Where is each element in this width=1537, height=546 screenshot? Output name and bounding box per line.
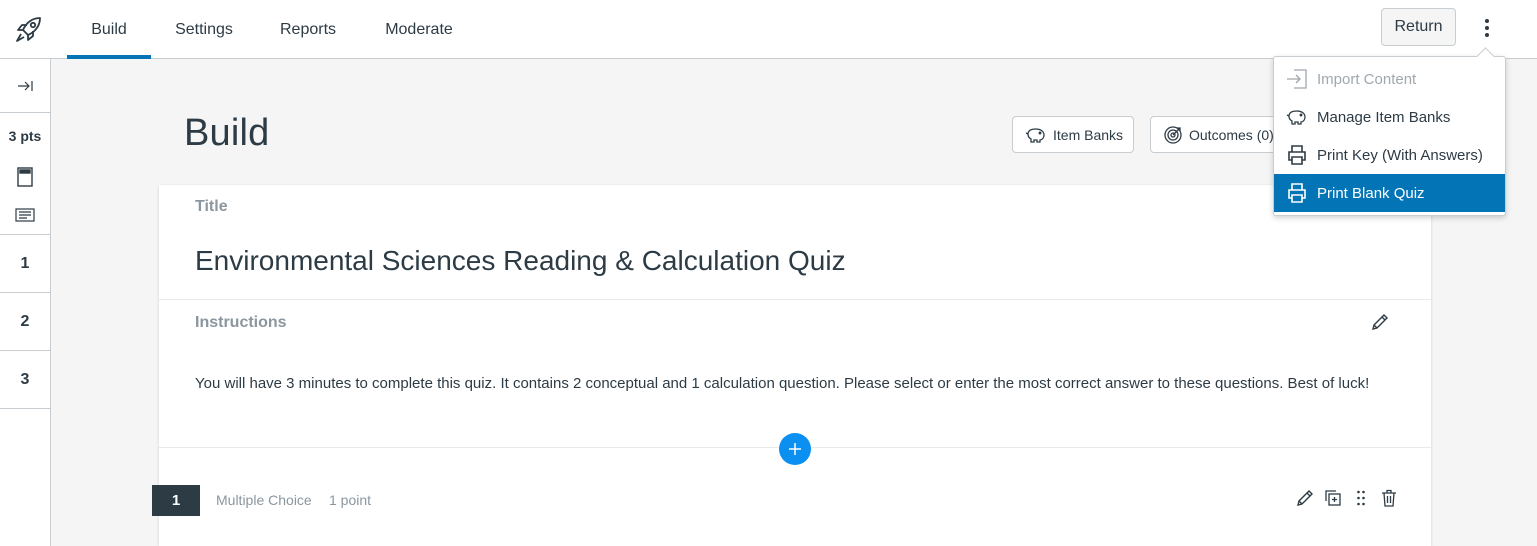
title-label: Title xyxy=(195,198,228,215)
menu-item-label: Manage Item Banks xyxy=(1317,108,1451,126)
top-navigation: Build Settings Reports Moderate Return xyxy=(0,0,1537,59)
menu-item-print-blank-quiz[interactable]: Print Blank Quiz xyxy=(1274,174,1505,212)
return-button[interactable]: Return xyxy=(1381,8,1456,46)
stimulus-icon[interactable] xyxy=(0,159,50,195)
more-options-menu: Import Content Manage Item Banks Print K… xyxy=(1273,56,1506,216)
edit-instructions-pencil-icon[interactable] xyxy=(1371,313,1389,336)
tab-settings[interactable]: Settings xyxy=(163,0,245,59)
quiz-card: Title Environmental Sciences Reading & C… xyxy=(152,185,1431,546)
trash-icon[interactable] xyxy=(1379,488,1399,508)
rocket-icon[interactable] xyxy=(12,13,46,45)
printer-icon xyxy=(1286,144,1308,166)
item-banks-label: Item Banks xyxy=(1053,126,1124,143)
drag-handle-icon[interactable] xyxy=(1351,488,1371,508)
menu-item-manage-item-banks[interactable]: Manage Item Banks xyxy=(1274,98,1505,136)
total-points: 3 pts xyxy=(8,128,42,144)
tab-reports[interactable]: Reports xyxy=(268,0,348,59)
rail-question-2[interactable]: 2 xyxy=(0,293,50,351)
tab-build[interactable]: Build xyxy=(67,0,151,59)
add-item-button[interactable] xyxy=(779,433,811,465)
menu-item-import-content[interactable]: Import Content xyxy=(1274,60,1505,98)
duplicate-icon[interactable] xyxy=(1323,488,1343,508)
expand-right-icon[interactable] xyxy=(0,59,50,113)
edit-question-pencil-icon[interactable] xyxy=(1295,488,1315,508)
menu-item-label: Print Blank Quiz xyxy=(1317,184,1425,202)
rail-question-1[interactable]: 1 xyxy=(0,235,50,293)
item-banks-button[interactable]: Item Banks xyxy=(1012,116,1134,153)
menu-item-label: Import Content xyxy=(1317,70,1417,88)
instructions-text[interactable]: You will have 3 minutes to complete this… xyxy=(195,374,1405,394)
plus-icon xyxy=(789,443,801,455)
question-navigation-rail: 3 pts 1 2 3 xyxy=(0,59,51,546)
divider xyxy=(159,299,1431,300)
text-block-icon[interactable] xyxy=(0,195,50,235)
outcomes-label: Outcomes (0) xyxy=(1189,126,1274,143)
kebab-vertical-icon[interactable] xyxy=(1472,12,1502,44)
target-icon xyxy=(1164,125,1182,144)
menu-item-print-key[interactable]: Print Key (With Answers) xyxy=(1274,136,1505,174)
outcomes-button[interactable]: Outcomes (0) xyxy=(1150,116,1285,153)
piggy-bank-icon xyxy=(1025,127,1045,143)
import-icon xyxy=(1286,68,1308,90)
question-number-badge: 1 xyxy=(152,485,200,516)
instructions-label: Instructions xyxy=(195,314,287,331)
tab-moderate[interactable]: Moderate xyxy=(372,0,466,59)
question-type: Multiple Choice xyxy=(216,492,312,508)
quiz-title[interactable]: Environmental Sciences Reading & Calcula… xyxy=(195,245,846,277)
question-points: 1 point xyxy=(329,492,372,508)
menu-item-label: Print Key (With Answers) xyxy=(1317,146,1483,164)
rail-question-3[interactable]: 3 xyxy=(0,351,50,409)
piggy-bank-icon xyxy=(1286,106,1308,128)
printer-icon xyxy=(1286,182,1308,204)
page-title: Build xyxy=(184,112,270,154)
